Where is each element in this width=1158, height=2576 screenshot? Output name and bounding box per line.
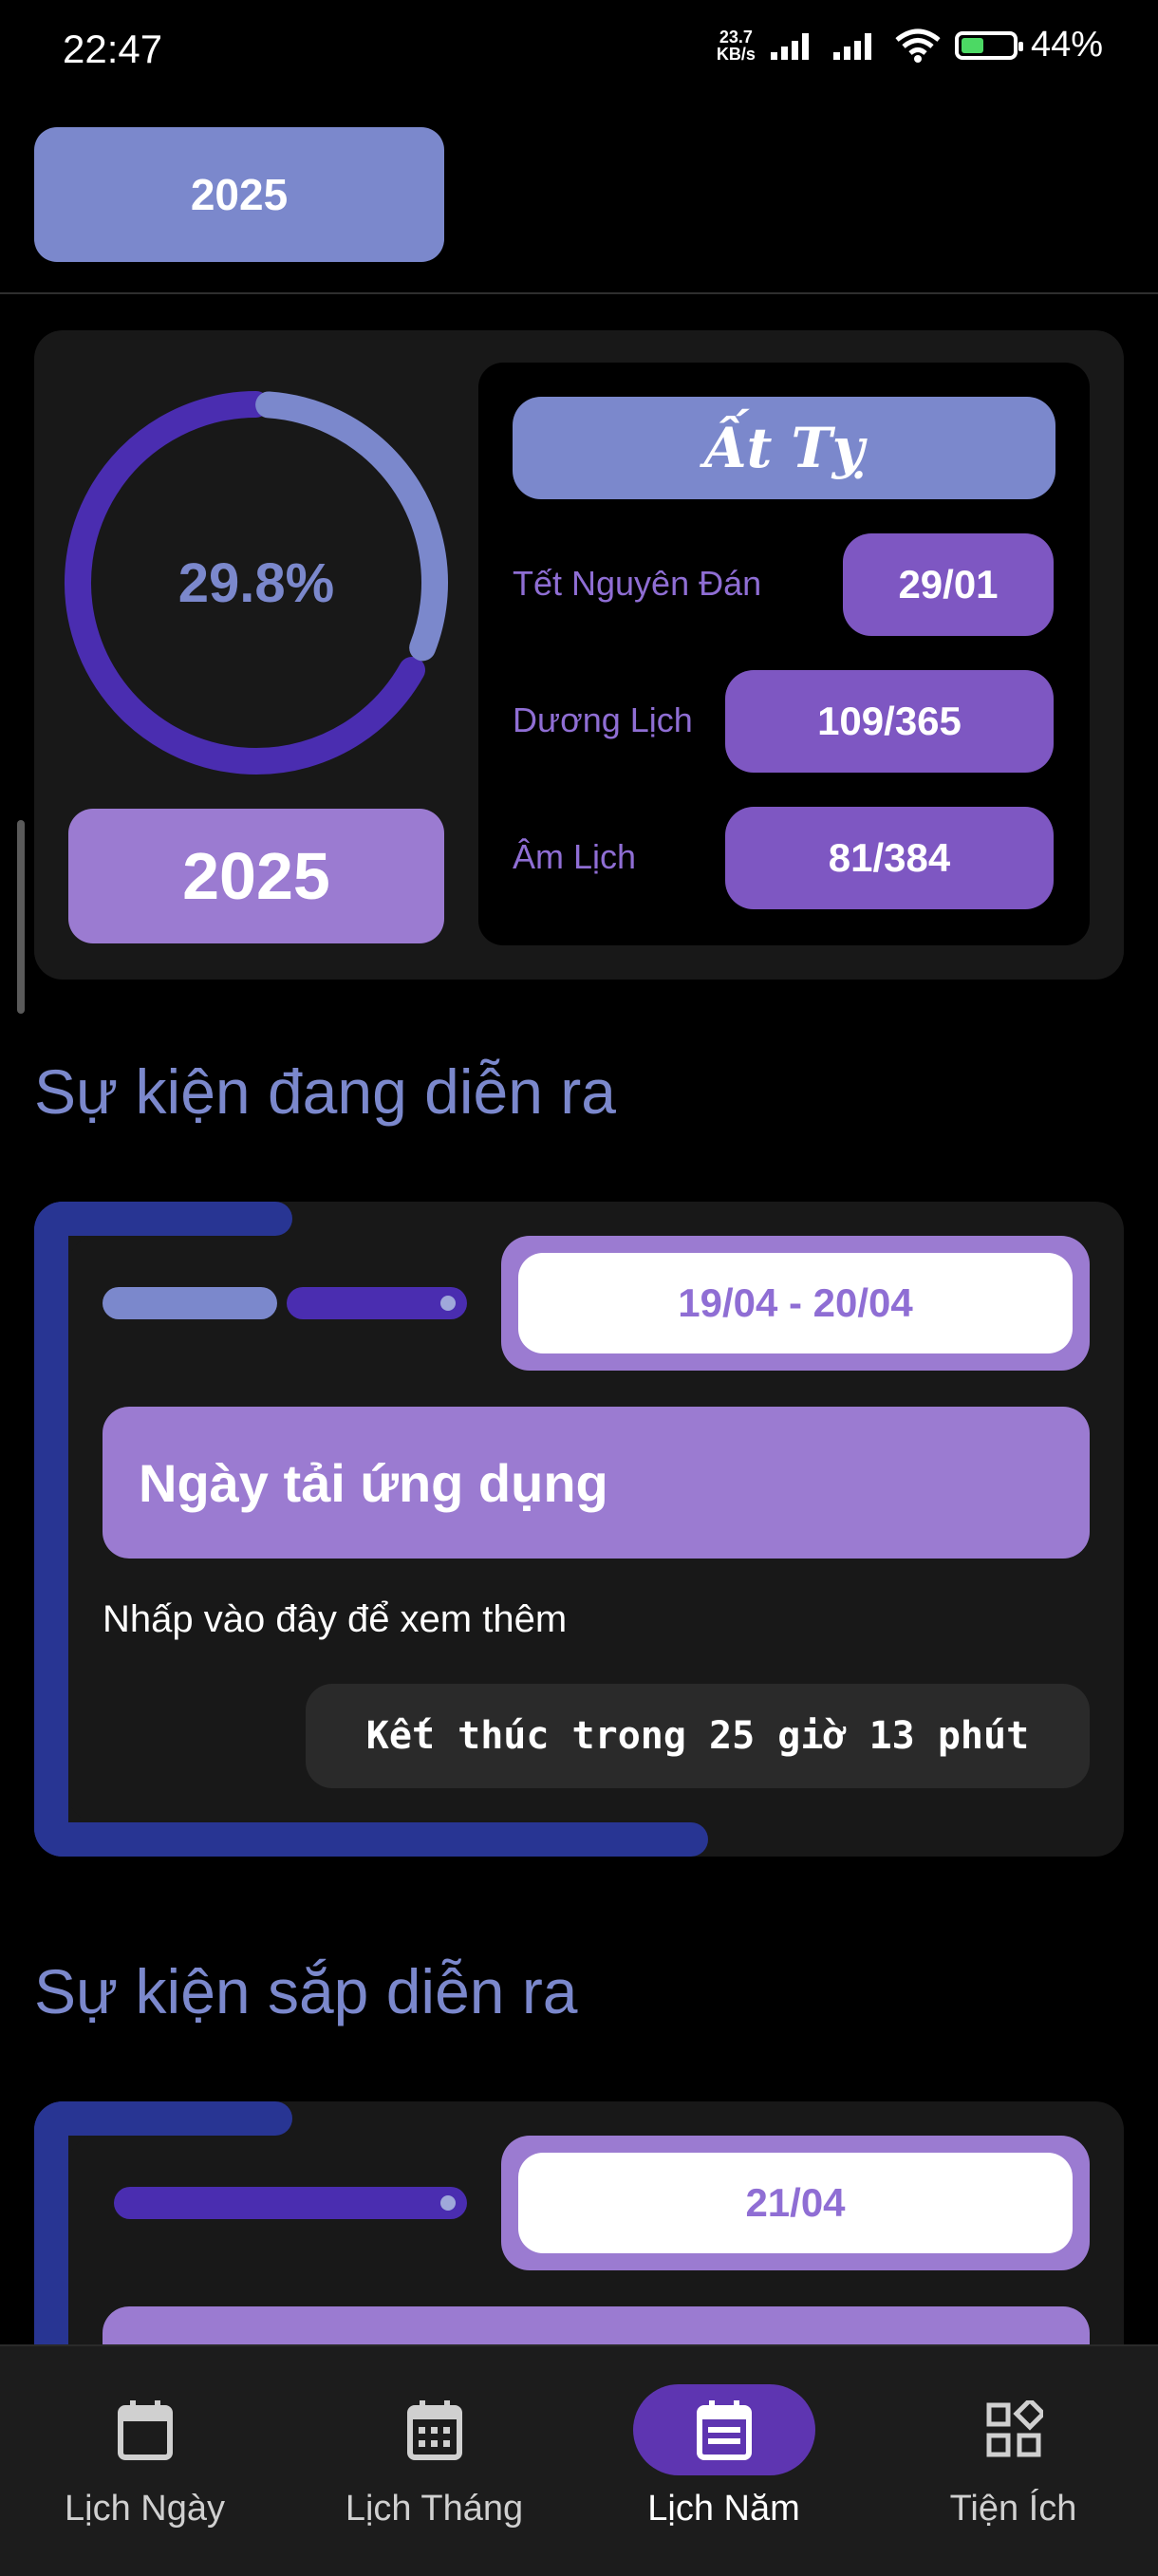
event-countdown: Kết thúc trong 25 giờ 13 phút [306,1684,1090,1788]
upcoming-event-card[interactable]: 21/04 [34,2101,1124,2344]
widgets-icon [986,2400,1043,2457]
tet-label: Tết Nguyên Đán [513,564,762,603]
nav-icon-container [344,2384,526,2475]
scrollbar[interactable] [17,820,25,1014]
nav-icon-container [923,2384,1105,2475]
nav-icon-container [54,2384,236,2475]
nav-label: Lịch Ngày [65,2489,225,2529]
event-title: Ngày tải ứng dụng [103,1407,1090,1559]
card-accent-top [34,2101,292,2136]
calendar-year-icon [696,2400,752,2460]
status-time: 22:47 [63,27,163,71]
event-card[interactable]: 19/04 - 20/04 Ngày tải ứng dụng Nhấp vào… [34,1202,1124,1857]
event-date: 21/04 [518,2153,1073,2253]
event-date-range: 19/04 - 20/04 [518,1253,1073,1353]
upcoming-events-title: Sự kiện sắp diễn ra [34,1956,578,2026]
event-date-pill: 19/04 - 20/04 [501,1236,1090,1371]
nav-item-year[interactable]: Lịch Năm [579,2344,868,2574]
status-icons: 23.7 KB/s 44% [717,25,1103,65]
can-chi-label: Ất Tỵ [513,397,1055,499]
divider [0,292,1158,294]
nav-item-utilities[interactable]: Tiện Ích [868,2344,1158,2574]
solar-day-value: 109/365 [725,670,1054,773]
nav-label: Lịch Năm [647,2489,800,2529]
event-subtitle: Nhấp vào đây để xem thêm [103,1598,568,1640]
nav-item-day[interactable]: Lịch Ngày [0,2344,290,2574]
solar-label: Dương Lịch [513,700,693,739]
battery-level [961,37,983,53]
tet-value: 29/01 [843,533,1054,636]
card-accent-left [34,2101,68,2344]
nav-icon-container-active [632,2384,815,2475]
progress-dot [440,1296,456,1311]
progress-segment-done [103,1287,277,1319]
year-selector-button[interactable]: 2025 [34,127,444,262]
nav-label: Lịch Tháng [345,2489,524,2529]
card-accent-left [34,1202,68,1857]
card-accent-bottom [34,1822,708,1857]
battery-icon [954,30,1023,60]
year-progress-percent: 29.8% [177,551,335,614]
nav-label: Tiện Ích [949,2489,1077,2529]
net-speed: 23.7 KB/s [717,28,756,63]
battery-percent: 44% [1030,25,1103,65]
summary-year: 2025 [68,809,444,943]
event-date-pill: 21/04 [501,2136,1090,2270]
event-title-partial [103,2306,1090,2344]
wifi-icon [895,28,941,63]
net-speed-unit: KB/s [716,44,756,64]
lunar-label: Âm Lịch [513,837,637,876]
calendar-icon [117,2400,173,2460]
calendar-month-icon [406,2400,462,2460]
progress-segment-current [287,1287,467,1319]
nav-item-month[interactable]: Lịch Tháng [290,2344,579,2574]
progress-segment-current [114,2187,467,2219]
ongoing-events-title: Sự kiện đang diễn ra [34,1056,616,1127]
lunar-day-value: 81/384 [725,807,1054,909]
signal-icon [770,32,809,60]
signal-icon-2 [832,32,871,60]
progress-dot [440,2195,456,2211]
net-speed-value: 23.7 [719,27,753,47]
card-accent-top [34,1202,292,1236]
